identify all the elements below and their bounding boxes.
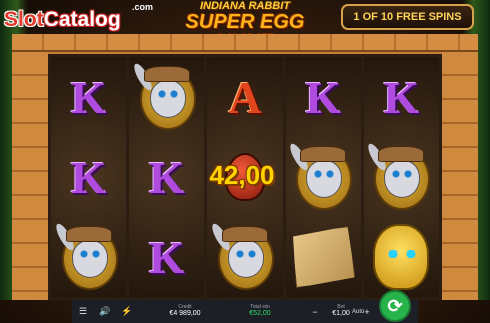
reel-cell: K [129,137,204,217]
bet-value: €1,00 [332,310,350,318]
symbol-k-icon: K [148,231,185,283]
symbol-k-icon: K [383,71,420,123]
reel-cell [364,217,439,297]
turbo-icon[interactable]: ⚡ [116,300,138,323]
symbol-k-icon: K [305,71,342,123]
treasure-map-symbol-icon [290,226,356,288]
reel-cell: K [286,57,361,137]
logo-text-catalog: Catalog [43,8,121,31]
auto-button[interactable]: Auto [352,309,364,315]
symbol-k-icon: K [148,151,185,203]
credit-value: €4 989,00 [169,310,201,318]
frame-top-bricks [12,34,478,52]
slotcatalog-logo: Slot Catalog .com [4,2,153,32]
reel-cell [286,137,361,217]
reel-cell [129,57,204,137]
reel-cell [207,217,282,297]
menu-icon[interactable]: ☰ [72,300,94,323]
free-spins-text: 1 OF 10 FREE SPINS [353,11,462,23]
total-win-value: €52,00 [249,310,271,318]
win-amount: 42,00 [209,160,275,190]
spin-icon[interactable]: ⟳ [379,290,411,322]
symbol-k-icon: K [70,151,107,203]
credit-display: Credit €4 989,00 [160,304,210,319]
reel-cell [286,217,361,297]
free-spins-counter: 1 OF 10 FREE SPINS [341,4,474,30]
logo-suffix: .com [132,2,154,12]
total-win-display: Total win €52,00 [238,304,282,319]
bottom-control-bar: ☰ 🔊 ⚡ Credit €4 989,00 Total win €52,00 … [72,300,418,323]
reel-cell: K [51,57,126,137]
reel-cell [364,137,439,217]
sound-icon[interactable]: 🔊 [94,300,116,323]
reel-cell: K [364,57,439,137]
symbol-a-icon: A [228,71,262,123]
rabbit-symbol-icon [52,221,122,292]
rabbit-symbol-icon [287,141,356,212]
reel-cell: K [129,217,204,297]
symbol-k-icon: K [70,71,107,123]
reel-1: KK [51,57,127,297]
reel-cell: K [51,137,126,217]
logo-text-slot: Slot [4,8,44,31]
golden-mask-symbol-icon [373,224,430,290]
rabbit-symbol-icon [365,141,434,212]
reel-5: K [363,57,439,297]
right-pillar [442,52,478,300]
rabbit-symbol-icon [130,61,200,132]
game-stage: Slot Catalog .com INDIANA RABBIT SUPER E… [0,0,490,323]
rabbit-symbol-icon [209,221,278,292]
reel-cell: A [207,57,282,137]
reel-2: KK [129,57,205,297]
reel-cell [51,217,126,297]
left-pillar [12,52,48,300]
reel-4: K [285,57,361,297]
bet-minus-icon[interactable]: − [304,300,326,323]
